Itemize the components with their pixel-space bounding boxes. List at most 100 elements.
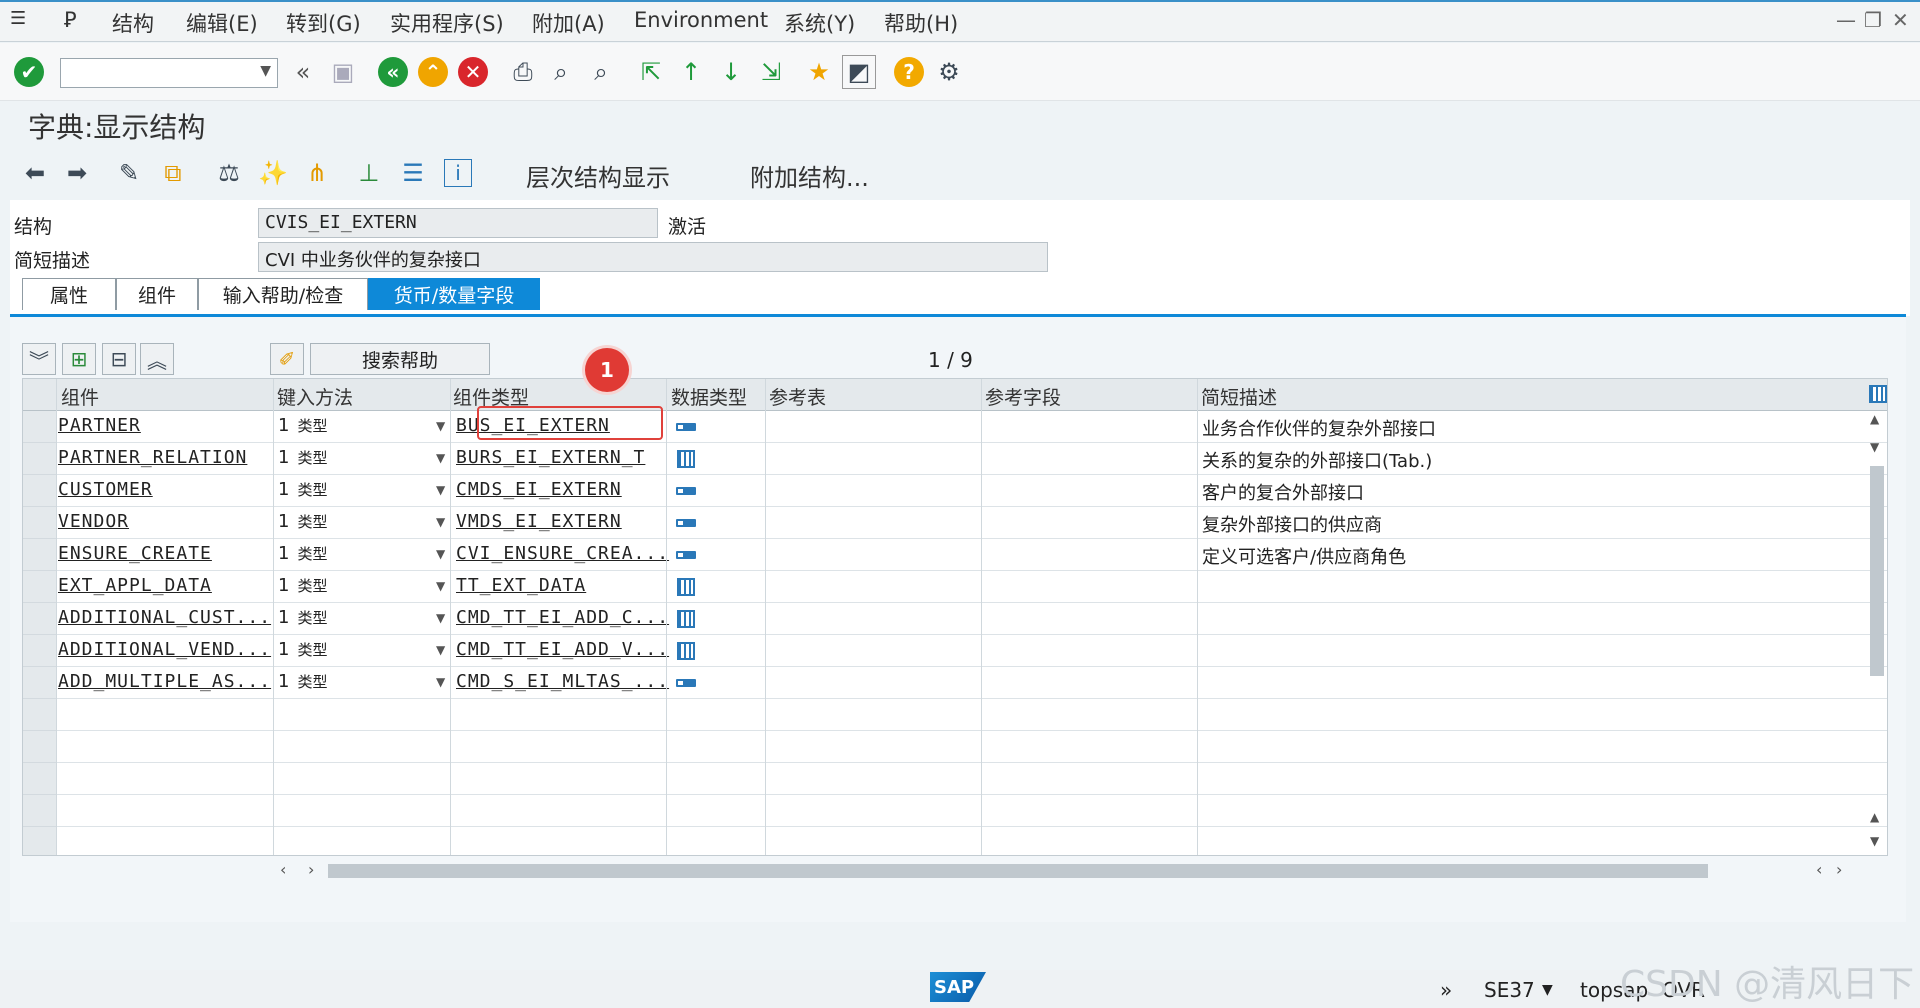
row-selector[interactable] bbox=[23, 603, 56, 635]
component-cell[interactable]: ADDITIONAL_CUST... bbox=[58, 607, 271, 628]
typing-cell[interactable]: 1 类型 bbox=[278, 639, 327, 660]
chevron-down-icon[interactable]: ▼ bbox=[436, 483, 445, 497]
tab-currency-quantity[interactable]: 货币/数量字段 bbox=[368, 278, 540, 310]
comp-type-cell[interactable]: CMDS_EI_EXTERN bbox=[456, 479, 622, 500]
close-icon[interactable]: ✕ bbox=[1892, 8, 1909, 32]
minimize-icon[interactable]: — bbox=[1836, 8, 1856, 32]
row-selector[interactable] bbox=[23, 763, 56, 795]
col-header-typing[interactable]: 键入方法 bbox=[277, 383, 353, 410]
row-selector[interactable] bbox=[23, 731, 56, 763]
tab-input-help[interactable]: 输入帮助/检查 bbox=[198, 278, 368, 310]
scroll-up-icon[interactable]: ▲ bbox=[1870, 810, 1879, 824]
other-object-icon[interactable]: ⧉ bbox=[156, 156, 190, 190]
table-row[interactable]: PARTNER 1 类型 ▼ BUS_EI_EXTERN 业务合作伙伴的复杂外部接口 bbox=[56, 411, 1887, 443]
row-selector[interactable] bbox=[23, 699, 56, 731]
print-icon[interactable]: ⎙ bbox=[506, 55, 540, 89]
component-cell[interactable]: CUSTOMER bbox=[58, 479, 153, 500]
row-selector[interactable] bbox=[23, 635, 56, 667]
col-header-ref-field[interactable]: 参考字段 bbox=[985, 383, 1061, 410]
search-help-button[interactable]: 搜索帮助 bbox=[310, 343, 490, 375]
column-settings-icon[interactable] bbox=[1869, 385, 1887, 403]
table-row[interactable]: ENSURE_CREATE 1 类型 ▼ CVI_ENSURE_CREA... 定义可选客… bbox=[56, 539, 1887, 571]
typing-cell[interactable]: 1 类型 bbox=[278, 511, 327, 532]
chevron-down-icon[interactable]: ▼ bbox=[436, 643, 445, 657]
menu-environment[interactable]: Environment bbox=[634, 8, 768, 32]
find-next-icon[interactable]: ⌕ bbox=[584, 55, 618, 89]
tab-attributes[interactable]: 属性 bbox=[22, 278, 116, 310]
check-icon[interactable]: ✔ bbox=[12, 55, 46, 89]
scroll-right-icon[interactable]: › bbox=[1836, 860, 1842, 879]
col-header-component[interactable]: 组件 bbox=[61, 383, 99, 410]
scroll-thumb[interactable] bbox=[1870, 466, 1884, 676]
save-icon[interactable]: ▣ bbox=[326, 55, 360, 89]
where-used-icon[interactable]: ⋔ bbox=[300, 156, 334, 190]
chevron-down-icon[interactable]: ▼ bbox=[436, 515, 445, 529]
arrow-right-icon[interactable]: ➡ bbox=[60, 156, 94, 190]
col-header-data-type[interactable]: 数据类型 bbox=[671, 383, 747, 410]
shortcut-icon[interactable]: ◩ bbox=[842, 55, 876, 89]
row-selector[interactable] bbox=[23, 443, 56, 475]
tab-components[interactable]: 组件 bbox=[116, 278, 198, 310]
component-cell[interactable]: ADDITIONAL_VEND... bbox=[58, 639, 271, 660]
delete-row-icon[interactable]: ⊟ bbox=[102, 343, 136, 375]
comp-type-cell[interactable]: CMD_TT_EI_ADD_V... bbox=[456, 639, 669, 660]
hierarchy-icon[interactable]: ⊥ bbox=[352, 156, 386, 190]
row-selector[interactable] bbox=[23, 411, 56, 443]
scroll-left-icon[interactable]: ‹ bbox=[280, 860, 286, 879]
row-selector[interactable] bbox=[23, 667, 56, 699]
row-selector[interactable] bbox=[23, 571, 56, 603]
table-row[interactable]: PARTNER_RELATION 1 类型 ▼ BURS_EI_EXTERN_T 关系的复… bbox=[56, 443, 1887, 475]
menu-extras[interactable]: 附加(A) bbox=[532, 8, 605, 38]
chevron-down-icon[interactable]: ▼ bbox=[260, 63, 271, 79]
scroll-left-icon[interactable]: ‹ bbox=[1816, 860, 1822, 879]
hierarchy-display-button[interactable]: 层次结构显示 bbox=[526, 158, 670, 193]
collapse-all-icon[interactable]: ︽ bbox=[140, 343, 174, 375]
command-field[interactable]: ▼ bbox=[60, 58, 278, 88]
menu-goto[interactable]: 转到(G) bbox=[286, 8, 361, 38]
typing-cell[interactable]: 1 类型 bbox=[278, 575, 327, 596]
arrow-left-icon[interactable]: ⬅ bbox=[18, 156, 52, 190]
check-object-icon[interactable]: ⚖ bbox=[212, 156, 246, 190]
short-desc-field[interactable]: CVI 中业务伙伴的复杂接口 bbox=[258, 242, 1048, 272]
comp-type-cell[interactable]: BURS_EI_EXTERN_T bbox=[456, 447, 645, 468]
row-selector[interactable] bbox=[23, 539, 56, 571]
row-selector[interactable] bbox=[23, 827, 56, 855]
search-help-icon[interactable]: ✐ bbox=[270, 343, 304, 375]
menu-structure[interactable]: 结构 bbox=[112, 8, 154, 38]
chevron-right-icon[interactable]: » bbox=[1440, 978, 1452, 1002]
activate-icon[interactable]: ✨ bbox=[256, 156, 290, 190]
row-selector[interactable] bbox=[23, 795, 56, 827]
find-icon[interactable]: ⌕ bbox=[544, 55, 578, 89]
next-page-icon[interactable]: ↓ bbox=[714, 55, 748, 89]
scroll-down-icon[interactable]: ▼ bbox=[1870, 440, 1879, 454]
typing-cell[interactable]: 1 类型 bbox=[278, 607, 327, 628]
chevron-down-icon[interactable]: ▼ bbox=[436, 579, 445, 593]
table-row[interactable] bbox=[56, 699, 1887, 731]
table-row[interactable]: CUSTOMER 1 类型 ▼ CMDS_EI_EXTERN 客户的复合外部接口 bbox=[56, 475, 1887, 507]
typing-cell[interactable]: 1 类型 bbox=[278, 671, 327, 692]
chevron-down-icon[interactable]: ▼ bbox=[436, 675, 445, 689]
menu-utilities[interactable]: 实用程序(S) bbox=[390, 8, 504, 38]
chevron-down-icon[interactable]: ▼ bbox=[436, 451, 445, 465]
sap-menu-icon[interactable]: Ꝑ bbox=[64, 8, 77, 32]
create-session-icon[interactable]: ★ bbox=[802, 55, 836, 89]
comp-type-cell[interactable]: VMDS_EI_EXTERN bbox=[456, 511, 622, 532]
component-cell[interactable]: EXT_APPL_DATA bbox=[58, 575, 212, 596]
restore-icon[interactable]: ❐ bbox=[1864, 8, 1882, 32]
component-cell[interactable]: PARTNER bbox=[58, 415, 141, 436]
menu-system[interactable]: 系统(Y) bbox=[784, 8, 855, 38]
table-row[interactable] bbox=[56, 795, 1887, 827]
first-page-icon[interactable]: ⇱ bbox=[634, 55, 668, 89]
scroll-up-icon[interactable]: ▲ bbox=[1870, 412, 1879, 426]
chevron-down-icon[interactable]: ▼ bbox=[436, 547, 445, 561]
typing-cell[interactable]: 1 类型 bbox=[278, 415, 327, 436]
table-row[interactable]: VENDOR 1 类型 ▼ VMDS_EI_EXTERN 复杂外部接口的供应商 bbox=[56, 507, 1887, 539]
component-cell[interactable]: ADD_MULTIPLE_AS... bbox=[58, 671, 271, 692]
typing-cell[interactable]: 1 类型 bbox=[278, 479, 327, 500]
scroll-thumb[interactable] bbox=[328, 864, 1708, 878]
row-selector[interactable] bbox=[23, 475, 56, 507]
menu-edit[interactable]: 编辑(E) bbox=[186, 8, 258, 38]
comp-type-cell[interactable]: CMD_TT_EI_ADD_C... bbox=[456, 607, 669, 628]
comp-type-cell[interactable]: CVI_ENSURE_CREA... bbox=[456, 543, 669, 564]
table-row[interactable]: ADD_MULTIPLE_AS... 1 类型 ▼ CMD_S_EI_MLTAS_... bbox=[56, 667, 1887, 699]
